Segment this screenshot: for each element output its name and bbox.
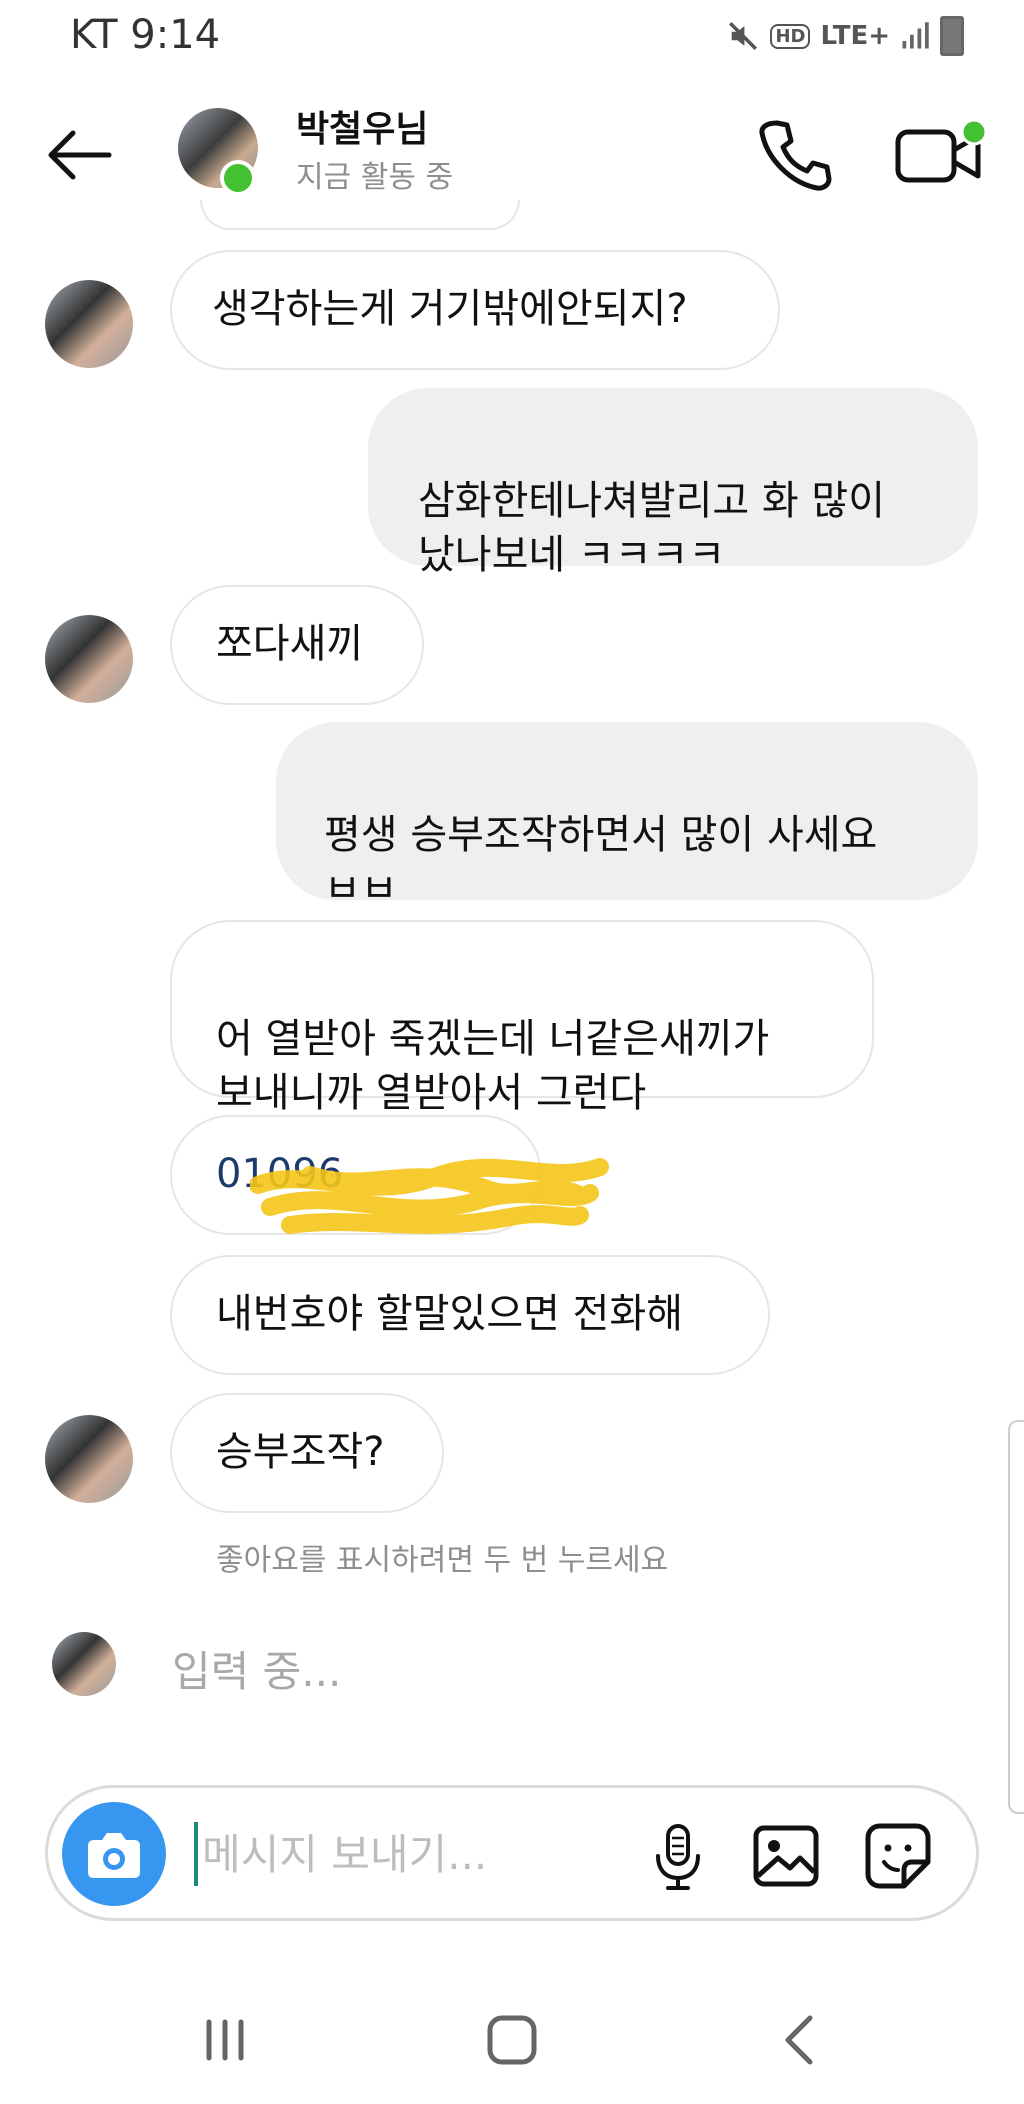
home-icon[interactable] — [472, 2000, 552, 2080]
status-bar: KT 9:14 HD LTE+ — [0, 0, 1024, 70]
network-label: LTE+ — [820, 21, 890, 51]
sender-avatar[interactable] — [45, 280, 133, 368]
video-camera-icon[interactable] — [890, 110, 990, 200]
message-bubble-incoming[interactable]: 어 열받아 죽겠는데 너같은새끼가 보내니까 열받아서 그런다 — [170, 920, 874, 1116]
sender-avatar[interactable] — [45, 615, 133, 703]
mute-icon — [729, 21, 758, 51]
status-time: KT 9:14 — [70, 12, 221, 58]
message-text: 쪼다새끼 — [216, 621, 364, 667]
signal-icon — [902, 22, 929, 49]
message-composer — [45, 1785, 979, 1921]
message-text: 삼화한테나쳐발리고 화 많이 났나보네 ㅋㅋㅋㅋ — [418, 478, 886, 578]
message-bubble-outgoing[interactable]: 삼화한테나쳐발리고 화 많이 났나보네 ㅋㅋㅋㅋ — [368, 388, 978, 578]
battery-icon — [940, 16, 964, 56]
sender-avatar[interactable] — [45, 1415, 133, 1503]
message-bubble-outgoing[interactable]: 평생 승부조작하면서 많이 사세요 ㅂㅂ — [276, 722, 978, 900]
camera-button[interactable] — [62, 1802, 166, 1906]
message-text: 어 열받아 죽겠는데 너같은새끼가 보내니까 열받아서 그런다 — [216, 1016, 770, 1116]
status-icons: HD LTE+ — [726, 16, 964, 56]
microphone-icon[interactable] — [640, 1818, 716, 1894]
camera-icon — [88, 1833, 140, 1878]
activity-status: 지금 활동 중 — [296, 160, 454, 195]
online-indicator — [220, 160, 256, 196]
message-bubble-incoming[interactable]: 생각하는게 거기밖에안되지? — [170, 250, 780, 370]
scrollbar[interactable] — [1008, 1420, 1024, 1814]
system-nav-bar — [0, 1980, 1024, 2100]
message-bubble-incoming[interactable]: 쪼다새끼 — [170, 585, 424, 705]
phone-icon[interactable] — [755, 115, 835, 195]
redaction-scribble — [250, 1158, 609, 1234]
message-text: 승부조작? — [216, 1429, 385, 1475]
message-bubble-incoming[interactable]: 내번호야 할말있으면 전화해 — [170, 1255, 770, 1375]
message-text: 내번호야 할말있으면 전화해 — [216, 1291, 684, 1337]
message-input[interactable] — [194, 1822, 664, 1886]
back-icon[interactable] — [760, 2000, 840, 2080]
double-tap-like-hint: 좋아요를 표시하려면 두 번 누르세요 — [216, 1543, 669, 1578]
message-text: 평생 승부조작하면서 많이 사세요 ㅂㅂ — [324, 812, 878, 900]
message-bubble-incoming[interactable]: 승부조작? — [170, 1393, 444, 1513]
hd-icon: HD — [770, 23, 811, 49]
contact-name[interactable]: 박철우님 — [296, 100, 428, 152]
sticker-icon[interactable] — [860, 1818, 936, 1894]
typing-avatar — [52, 1632, 116, 1696]
back-arrow-icon[interactable] — [45, 125, 115, 185]
gallery-icon[interactable] — [748, 1818, 824, 1894]
message-bubble-partial — [200, 200, 520, 230]
typing-indicator: 입력 중... — [172, 1647, 342, 1696]
recent-apps-icon[interactable] — [185, 2000, 265, 2080]
message-text: 생각하는게 거기밖에안되지? — [212, 286, 688, 332]
